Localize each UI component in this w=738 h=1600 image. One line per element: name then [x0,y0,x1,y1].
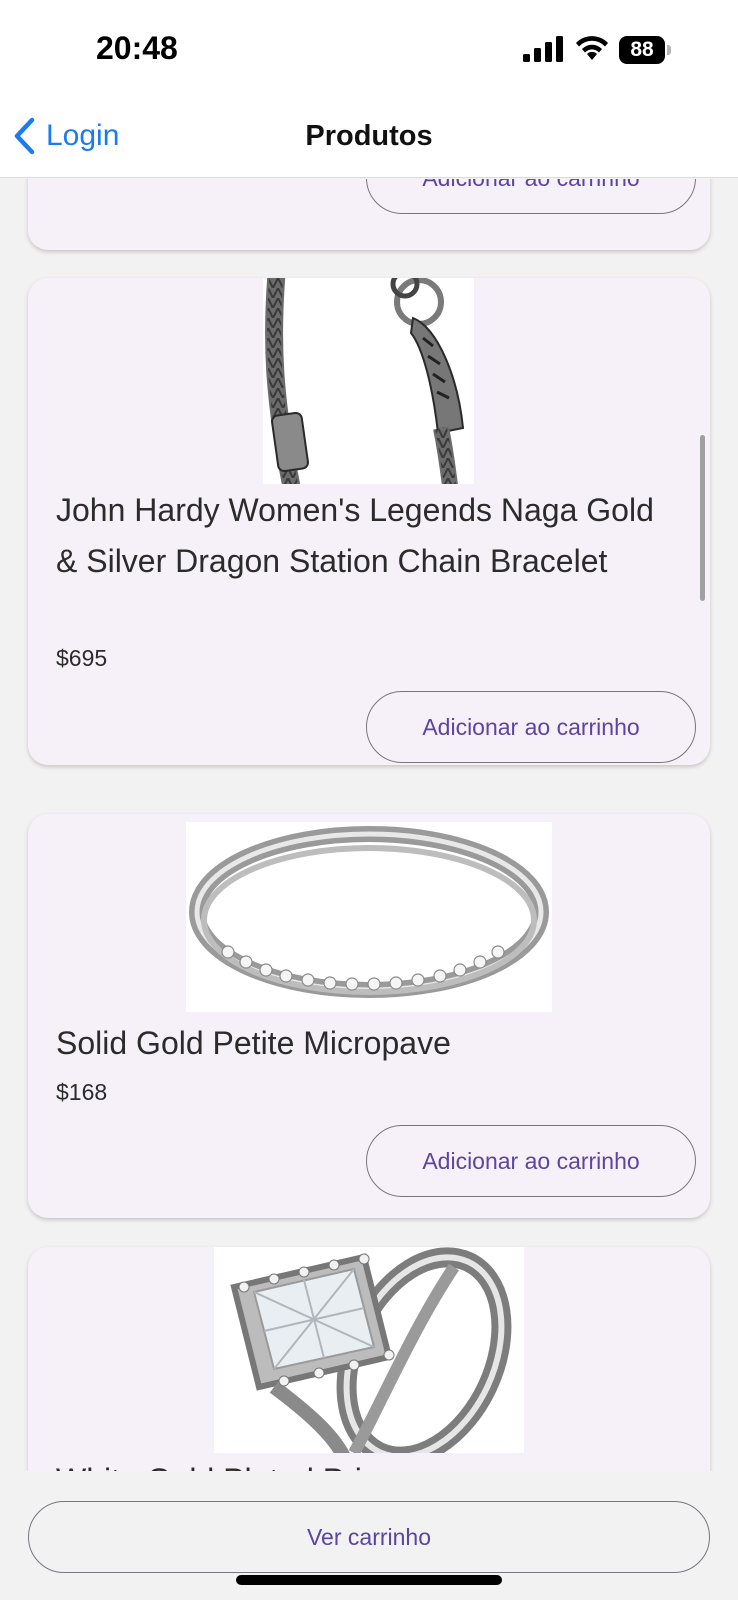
product-title: Solid Gold Petite Micropave [56,1025,451,1061]
diamond-ring-illustration [230,1247,512,1453]
add-to-cart-button[interactable]: Adicionar ao carrinho [366,179,696,214]
bracelet-image [263,278,474,484]
battery-nub [667,45,671,55]
home-indicator[interactable] [236,1575,502,1585]
add-to-cart-button[interactable]: Adicionar ao carrinho [366,1125,696,1197]
product-list[interactable]: Adicionar ao carrinho John H [0,179,738,1471]
product-card: White Gold Plated Princess [28,1247,710,1471]
view-cart-button[interactable]: Ver carrinho [28,1501,710,1573]
add-to-cart-button[interactable]: Adicionar ao carrinho [366,691,696,763]
ring-image [186,822,552,1012]
status-bar: 20:48 88 [0,0,738,96]
status-time: 20:48 [96,30,178,66]
page-title: Produtos [305,120,433,152]
nav-bar: Login Produtos [0,96,738,178]
product-price: $695 [56,645,108,671]
diamond-ring-image [214,1247,524,1453]
battery-level: 88 [619,36,665,64]
product-card: Solid Gold Petite Micropave $168 Adicion… [28,814,710,1218]
signal-icon [523,36,563,62]
scroll-indicator[interactable] [700,435,705,601]
wifi-icon [576,36,608,60]
product-card: John Hardy Women's Legends Naga Gold & S… [28,278,710,765]
ring-illustration [189,826,549,998]
product-card: Adicionar ao carrinho [28,179,710,250]
product-price: $168 [56,1079,108,1105]
product-title: White Gold Plated Princess [56,1455,670,1471]
bracelet-illustration [265,278,465,484]
product-title: John Hardy Women's Legends Naga Gold & S… [56,492,654,579]
battery-icon: 88 [619,36,673,64]
